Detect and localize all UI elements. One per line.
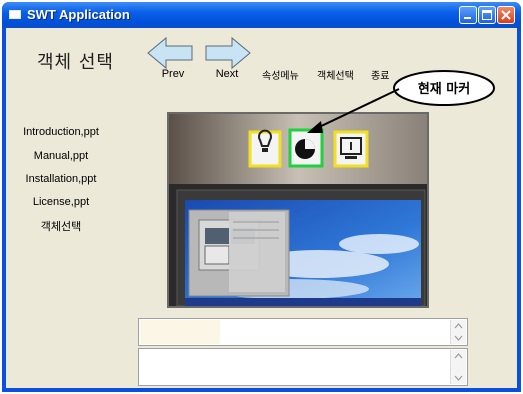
page-title: 객체 선택: [37, 52, 114, 73]
multi-line-text-area[interactable]: [138, 348, 468, 386]
chevron-up-icon: [454, 353, 463, 359]
prev-label: Prev: [161, 68, 185, 80]
scrollbar[interactable]: [450, 320, 466, 344]
single-line-text-field[interactable]: [138, 318, 468, 346]
window-title: SWT Application: [27, 7, 130, 22]
minimize-button[interactable]: [459, 6, 477, 24]
list-item[interactable]: 객체선택: [6, 218, 116, 234]
list-item[interactable]: Introduction,ppt: [6, 126, 116, 138]
prev-arrow-icon: [147, 36, 193, 70]
chevron-down-icon: [454, 375, 463, 381]
next-button[interactable]: [202, 36, 252, 70]
next-arrow-icon: [205, 36, 251, 70]
window-icon: [9, 10, 21, 19]
menu-item-properties[interactable]: 속성메뉴: [262, 67, 299, 82]
minimize-icon: [464, 17, 471, 19]
close-icon: [501, 10, 511, 20]
list-item[interactable]: Installation,ppt: [6, 173, 116, 185]
title-bar[interactable]: SWT Application: [2, 2, 521, 28]
client-area: 객체 선택 Prev Next 속성메뉴 객체선택 종료 Introductio…: [6, 28, 517, 388]
list-item[interactable]: Manual,ppt: [6, 150, 116, 162]
scrollbar[interactable]: [450, 350, 466, 384]
maximize-icon: [482, 10, 492, 20]
chevron-up-icon: [454, 323, 463, 329]
close-button[interactable]: [497, 6, 515, 24]
app-window: SWT Application 객체 선택 Prev Next 속성메뉴 객체선…: [2, 2, 521, 392]
maximize-button[interactable]: [478, 6, 496, 24]
chevron-down-icon: [454, 335, 463, 341]
next-label: Next: [215, 68, 239, 80]
list-item[interactable]: License,ppt: [6, 196, 116, 208]
callout-arrow: [307, 88, 400, 133]
prev-button[interactable]: [146, 36, 196, 70]
menu-item-select-object[interactable]: 객체선택: [317, 67, 354, 82]
menu-item-exit[interactable]: 종료: [371, 67, 389, 82]
